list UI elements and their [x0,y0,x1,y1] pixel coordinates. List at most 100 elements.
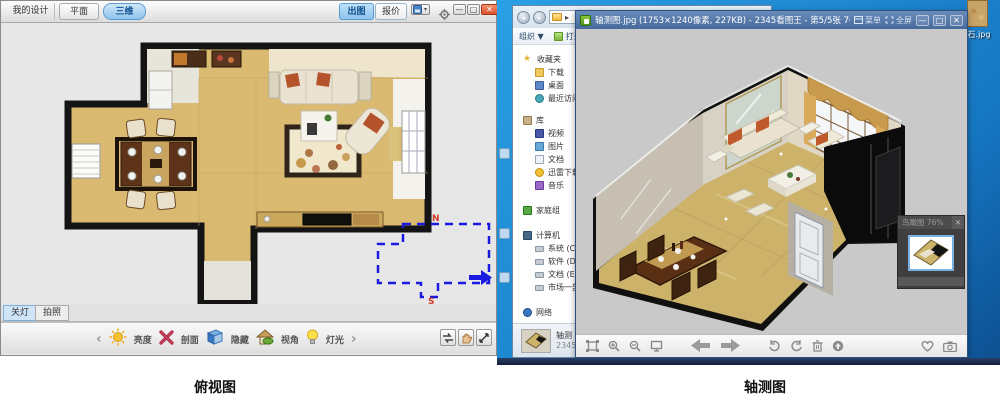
section-label[interactable]: 剖面 [181,333,199,346]
desktop-icon[interactable] [499,272,510,283]
forward-button[interactable]: ▸ [533,11,546,24]
left-window [72,144,100,178]
refresh-view-button[interactable] [440,329,456,346]
navigator-title: 鸟瞰图 76% [902,216,944,229]
design-app-toolbar: 我的设计 平面 三维 出图 报价 — ▢ ✕ [1,1,496,23]
bottom-tool-tray: ‹ 亮度 剖面 隐藏 视角 灯光 › [1,322,496,354]
prev-image-icon[interactable] [691,337,711,356]
viewer-titlebar[interactable]: 轴测图.jpg (1753×1240像素, 227KB) - 2345看图王 -… [576,11,967,29]
maximize-button[interactable]: ▢ [467,4,480,15]
hand-icon [460,332,472,344]
move-button[interactable] [476,329,492,346]
swap-arrows-icon [442,332,454,344]
fullscreen-icon [885,16,894,24]
actual-size-icon[interactable] [650,337,663,356]
navigator-panel[interactable]: 鸟瞰图 76% ✕ [897,215,965,289]
desktop-screenshot: 石.jpg ◂ ▸ ▸ 组织 ▼ 打开 ★收藏夹 下载 桌面 最近访问的位 库 … [497,0,1000,365]
compass-north-label: N [432,214,440,224]
pictures-icon [535,142,544,151]
downloads-icon [535,68,544,77]
axonometric-image[interactable] [576,29,967,336]
desktop-icon[interactable] [499,148,510,159]
thunder-icon [535,168,544,177]
cube-icon[interactable] [206,329,224,349]
desktop-folder-icon [535,81,544,90]
viewer-title: 轴测图.jpg (1753×1240像素, 227KB) - 2345看图王 -… [595,14,850,26]
organize-menu[interactable]: 组织 ▼ [519,31,544,42]
sun-icon[interactable] [109,328,127,350]
prev-tools-chevron[interactable]: ‹ [96,331,102,347]
house-icon[interactable] [256,329,274,349]
snapshot-tab[interactable]: 拍照 [35,305,69,321]
folder-icon [552,13,562,21]
coffee-table [301,111,337,141]
rotate-left-icon[interactable] [768,337,781,356]
gear-icon[interactable] [439,5,450,24]
red-x-icon[interactable] [159,330,174,349]
menu-icon [854,16,863,24]
drive-icon [535,259,544,265]
tab-my-design[interactable]: 我的设计 [7,3,55,20]
libraries-icon [523,116,532,125]
viewer-app-icon [580,15,591,26]
viewer-maximize-button[interactable]: □ [933,15,946,26]
rotate-right-icon[interactable] [790,337,803,356]
star-icon: ★ [523,55,533,64]
save-button[interactable] [411,4,430,15]
design-app-window: 我的设计 平面 三维 出图 报价 — ▢ ✕ [0,0,497,356]
computer-icon [523,231,532,240]
viewangle-label[interactable]: 视角 [281,333,299,346]
viewer-minimize-button[interactable]: — [916,15,929,26]
tab-3d[interactable]: 三维 [103,3,146,20]
zoom-in-icon[interactable] [608,337,620,356]
delete-icon[interactable] [812,337,823,356]
photo-viewer-window: 轴测图.jpg (1753×1240像素, 227KB) - 2345看图王 -… [575,10,968,358]
caption-top-view: 俯视图 [150,377,280,397]
details-meta: 2345 [556,341,576,351]
export-button[interactable]: 出图 [339,3,374,20]
stone-jpg-icon[interactable] [967,0,988,27]
bulb-icon[interactable] [306,329,319,350]
brightness-label[interactable]: 亮度 [134,333,152,346]
camera-icon[interactable] [943,337,957,356]
quote-button[interactable]: 报价 [375,3,407,20]
pan-button[interactable] [458,329,474,346]
back-button[interactable]: ◂ [517,11,530,24]
desktop-icon[interactable] [499,228,510,239]
menu-button[interactable]: 菜单 [854,15,881,26]
composite-figure: 我的设计 平面 三维 出图 报价 — ▢ ✕ [0,0,1000,403]
right-window [389,79,425,199]
save-icon [413,5,428,14]
floorplan-canvas[interactable]: N S [1,23,496,304]
details-filename: 轴测 [556,331,576,341]
recent-places-icon [535,94,544,103]
navigator-close-icon[interactable]: ✕ [952,216,964,229]
tab-plan-2d[interactable]: 平面 [59,3,99,20]
upload-icon[interactable] [832,337,844,356]
move-arrows-icon [478,332,490,344]
music-icon [535,181,544,190]
documents-icon [535,155,544,164]
lights-off-tab[interactable]: 关灯 [3,305,37,321]
caption-axon-view: 轴测图 [700,377,830,397]
fit-icon[interactable] [586,337,599,356]
hide-label[interactable]: 隐藏 [231,333,249,346]
next-image-icon[interactable] [720,337,740,356]
viewer-toolbar [576,334,967,357]
navigator-thumbnail[interactable] [908,235,954,271]
windows-taskbar[interactable] [497,358,1000,365]
fullscreen-button[interactable]: 全屏 [885,15,912,26]
close-button[interactable]: ✕ [481,4,498,15]
compass-south-label: S [428,297,434,304]
zoom-out-icon[interactable] [629,337,641,356]
viewer-close-button[interactable]: ✕ [950,15,963,26]
minimize-button[interactable]: — [453,4,466,15]
videos-icon [535,129,544,138]
file-thumbnail [521,329,551,353]
sofa-set [269,70,371,104]
lighting-label[interactable]: 灯光 [326,333,344,346]
tv-console [257,212,383,227]
favorite-icon[interactable] [921,337,934,356]
drive-icon [535,272,544,278]
next-tools-chevron[interactable]: › [351,331,357,347]
